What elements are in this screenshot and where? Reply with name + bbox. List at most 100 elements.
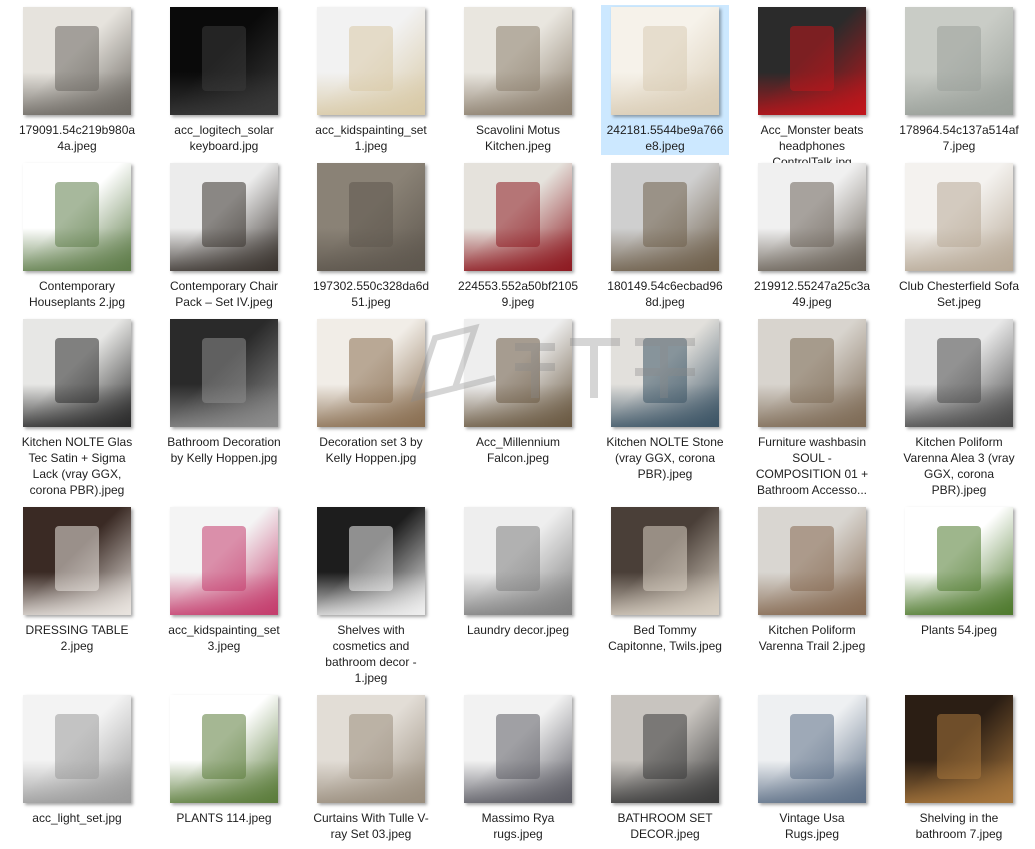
- file-name-label: Shelves with cosmetics and bathroom deco…: [325, 623, 417, 685]
- file-item[interactable]: PLANTS 114.jpeg: [160, 693, 288, 843]
- image-thumbnail[interactable]: [23, 7, 131, 115]
- file-item[interactable]: Kitchen NOLTE Glas Tec Satin + Sigma Lac…: [13, 317, 141, 499]
- file-name-label: Scavolini Motus Kitchen.jpeg: [475, 123, 561, 153]
- file-item[interactable]: Club Chesterfield Sofa Set.jpeg: [895, 161, 1023, 311]
- file-item[interactable]: Shelves with cosmetics and bathroom deco…: [307, 505, 435, 687]
- image-thumbnail[interactable]: [905, 7, 1013, 115]
- file-item[interactable]: Acc_Millennium Falcon.jpeg: [454, 317, 582, 499]
- file-name-label: Vintage Usa Rugs.jpeg: [779, 811, 845, 841]
- image-thumbnail[interactable]: [758, 507, 866, 615]
- image-thumbnail[interactable]: [170, 163, 278, 271]
- image-thumbnail[interactable]: [317, 7, 425, 115]
- file-name-label: acc_kidspainting_set 1.jpeg: [315, 123, 427, 153]
- image-thumbnail[interactable]: [23, 163, 131, 271]
- file-name-label: 179091.54c219b980a4a.jpeg: [18, 123, 136, 153]
- file-item[interactable]: Decoration set 3 by Kelly Hoppen.jpg: [307, 317, 435, 499]
- image-thumbnail[interactable]: [611, 507, 719, 615]
- file-name-label: acc_logitech_solar keyboard.jpg: [174, 123, 274, 153]
- file-name-label: acc_kidspainting_set 3.jpeg: [168, 623, 280, 653]
- file-item[interactable]: Plants 54.jpeg: [895, 505, 1023, 687]
- image-thumbnail[interactable]: [317, 163, 425, 271]
- file-item[interactable]: acc_kidspainting_set 1.jpeg: [307, 5, 435, 155]
- file-name-label: Laundry decor.jpeg: [466, 623, 570, 637]
- image-thumbnail[interactable]: [611, 163, 719, 271]
- file-name-label: Contemporary Chair Pack – Set IV.jpeg: [169, 279, 279, 309]
- image-thumbnail[interactable]: [317, 319, 425, 427]
- image-thumbnail[interactable]: [758, 695, 866, 803]
- file-item[interactable]: Shelving in the bathroom 7.jpeg: [895, 693, 1023, 843]
- file-item[interactable]: Curtains With Tulle V-ray Set 03.jpeg: [307, 693, 435, 843]
- file-item[interactable]: DRESSING TABLE 2.jpeg: [13, 505, 141, 687]
- file-name-label: Kitchen Poliform Varenna Trail 2.jpeg: [758, 623, 866, 653]
- file-item[interactable]: Bed Tommy Capitonne, Twils.jpeg: [601, 505, 729, 687]
- file-item[interactable]: Contemporary Houseplants 2.jpg: [13, 161, 141, 311]
- file-item[interactable]: Contemporary Chair Pack – Set IV.jpeg: [160, 161, 288, 311]
- file-name-label: 219912.55247a25c3a49.jpeg: [753, 279, 871, 309]
- image-thumbnail[interactable]: [905, 507, 1013, 615]
- image-thumbnail[interactable]: [23, 507, 131, 615]
- image-thumbnail[interactable]: [170, 507, 278, 615]
- file-item[interactable]: BATHROOM SET DECOR.jpeg: [601, 693, 729, 843]
- image-thumbnail[interactable]: [611, 695, 719, 803]
- image-thumbnail[interactable]: [464, 507, 572, 615]
- file-item[interactable]: Kitchen Poliform Varenna Alea 3 (vray GG…: [895, 317, 1023, 499]
- image-thumbnail[interactable]: [905, 695, 1013, 803]
- image-thumbnail[interactable]: [464, 695, 572, 803]
- image-thumbnail[interactable]: [758, 319, 866, 427]
- file-name-label: DRESSING TABLE 2.jpeg: [25, 623, 129, 653]
- file-item[interactable]: Acc_Monster beats headphones ControlTalk…: [748, 5, 876, 169]
- file-name-label: Club Chesterfield Sofa Set.jpeg: [898, 279, 1020, 309]
- file-item[interactable]: acc_logitech_solar keyboard.jpg: [160, 5, 288, 155]
- file-item[interactable]: Furniture washbasin SOUL - COMPOSITION 0…: [748, 317, 876, 499]
- file-name-label: 224553.552a50bf21059.jpeg: [457, 279, 579, 309]
- file-name-label: BATHROOM SET DECOR.jpeg: [617, 811, 713, 841]
- file-item[interactable]: Massimo Rya rugs.jpeg: [454, 693, 582, 843]
- image-thumbnail[interactable]: [317, 507, 425, 615]
- image-thumbnail[interactable]: [23, 695, 131, 803]
- image-thumbnail[interactable]: [758, 7, 866, 115]
- file-item[interactable]: Bathroom Decoration by Kelly Hoppen.jpg: [160, 317, 288, 499]
- file-name-label: 178964.54c137a514af7.jpeg: [899, 123, 1019, 153]
- file-item[interactable]: 197302.550c328da6d51.jpeg: [307, 161, 435, 311]
- file-name-label: 242181.5544be9a766e8.jpeg: [606, 123, 724, 153]
- file-name-label: Decoration set 3 by Kelly Hoppen.jpg: [319, 435, 423, 465]
- file-item[interactable]: 178964.54c137a514af7.jpeg: [895, 5, 1023, 155]
- file-item[interactable]: 219912.55247a25c3a49.jpeg: [748, 161, 876, 311]
- file-name-label: acc_light_set.jpg: [32, 811, 122, 825]
- file-name-label: Furniture washbasin SOUL - COMPOSITION 0…: [755, 435, 869, 497]
- image-thumbnail[interactable]: [905, 319, 1013, 427]
- file-name-label: 180149.54c6ecbad968d.jpeg: [607, 279, 723, 309]
- file-item[interactable]: acc_kidspainting_set 3.jpeg: [160, 505, 288, 687]
- image-thumbnail[interactable]: [611, 319, 719, 427]
- file-item[interactable]: Kitchen Poliform Varenna Trail 2.jpeg: [748, 505, 876, 687]
- file-name-label: Massimo Rya rugs.jpeg: [481, 811, 555, 841]
- file-item[interactable]: 180149.54c6ecbad968d.jpeg: [601, 161, 729, 311]
- image-thumbnail[interactable]: [170, 695, 278, 803]
- file-name-label: Curtains With Tulle V-ray Set 03.jpeg: [313, 811, 429, 841]
- file-item[interactable]: Kitchen NOLTE Stone (vray GGX, corona PB…: [601, 317, 729, 499]
- file-item[interactable]: 179091.54c219b980a4a.jpeg: [13, 5, 141, 155]
- file-item[interactable]: Laundry decor.jpeg: [454, 505, 582, 687]
- image-thumbnail[interactable]: [611, 7, 719, 115]
- file-name-label: Plants 54.jpeg: [920, 623, 998, 637]
- file-item[interactable]: acc_light_set.jpg: [13, 693, 141, 843]
- file-name-label: Kitchen NOLTE Stone (vray GGX, corona PB…: [606, 435, 724, 481]
- file-name-label: Shelving in the bathroom 7.jpeg: [915, 811, 1003, 841]
- file-item[interactable]: Scavolini Motus Kitchen.jpeg: [454, 5, 582, 155]
- image-thumbnail[interactable]: [464, 163, 572, 271]
- file-item[interactable]: Vintage Usa Rugs.jpeg: [748, 693, 876, 843]
- file-name-label: Contemporary Houseplants 2.jpg: [28, 279, 126, 309]
- image-thumbnail[interactable]: [23, 319, 131, 427]
- file-item[interactable]: 224553.552a50bf21059.jpeg: [454, 161, 582, 311]
- image-thumbnail[interactable]: [317, 695, 425, 803]
- file-name-label: Kitchen Poliform Varenna Alea 3 (vray GG…: [903, 435, 1015, 497]
- image-thumbnail[interactable]: [758, 163, 866, 271]
- file-thumbnail-grid: 179091.54c219b980a4a.jpeg acc_logitech_so…: [0, 0, 1035, 849]
- image-thumbnail[interactable]: [170, 319, 278, 427]
- image-thumbnail[interactable]: [464, 319, 572, 427]
- file-name-label: 197302.550c328da6d51.jpeg: [312, 279, 430, 309]
- image-thumbnail[interactable]: [905, 163, 1013, 271]
- file-item[interactable]: 242181.5544be9a766e8.jpeg: [601, 5, 729, 155]
- image-thumbnail[interactable]: [170, 7, 278, 115]
- image-thumbnail[interactable]: [464, 7, 572, 115]
